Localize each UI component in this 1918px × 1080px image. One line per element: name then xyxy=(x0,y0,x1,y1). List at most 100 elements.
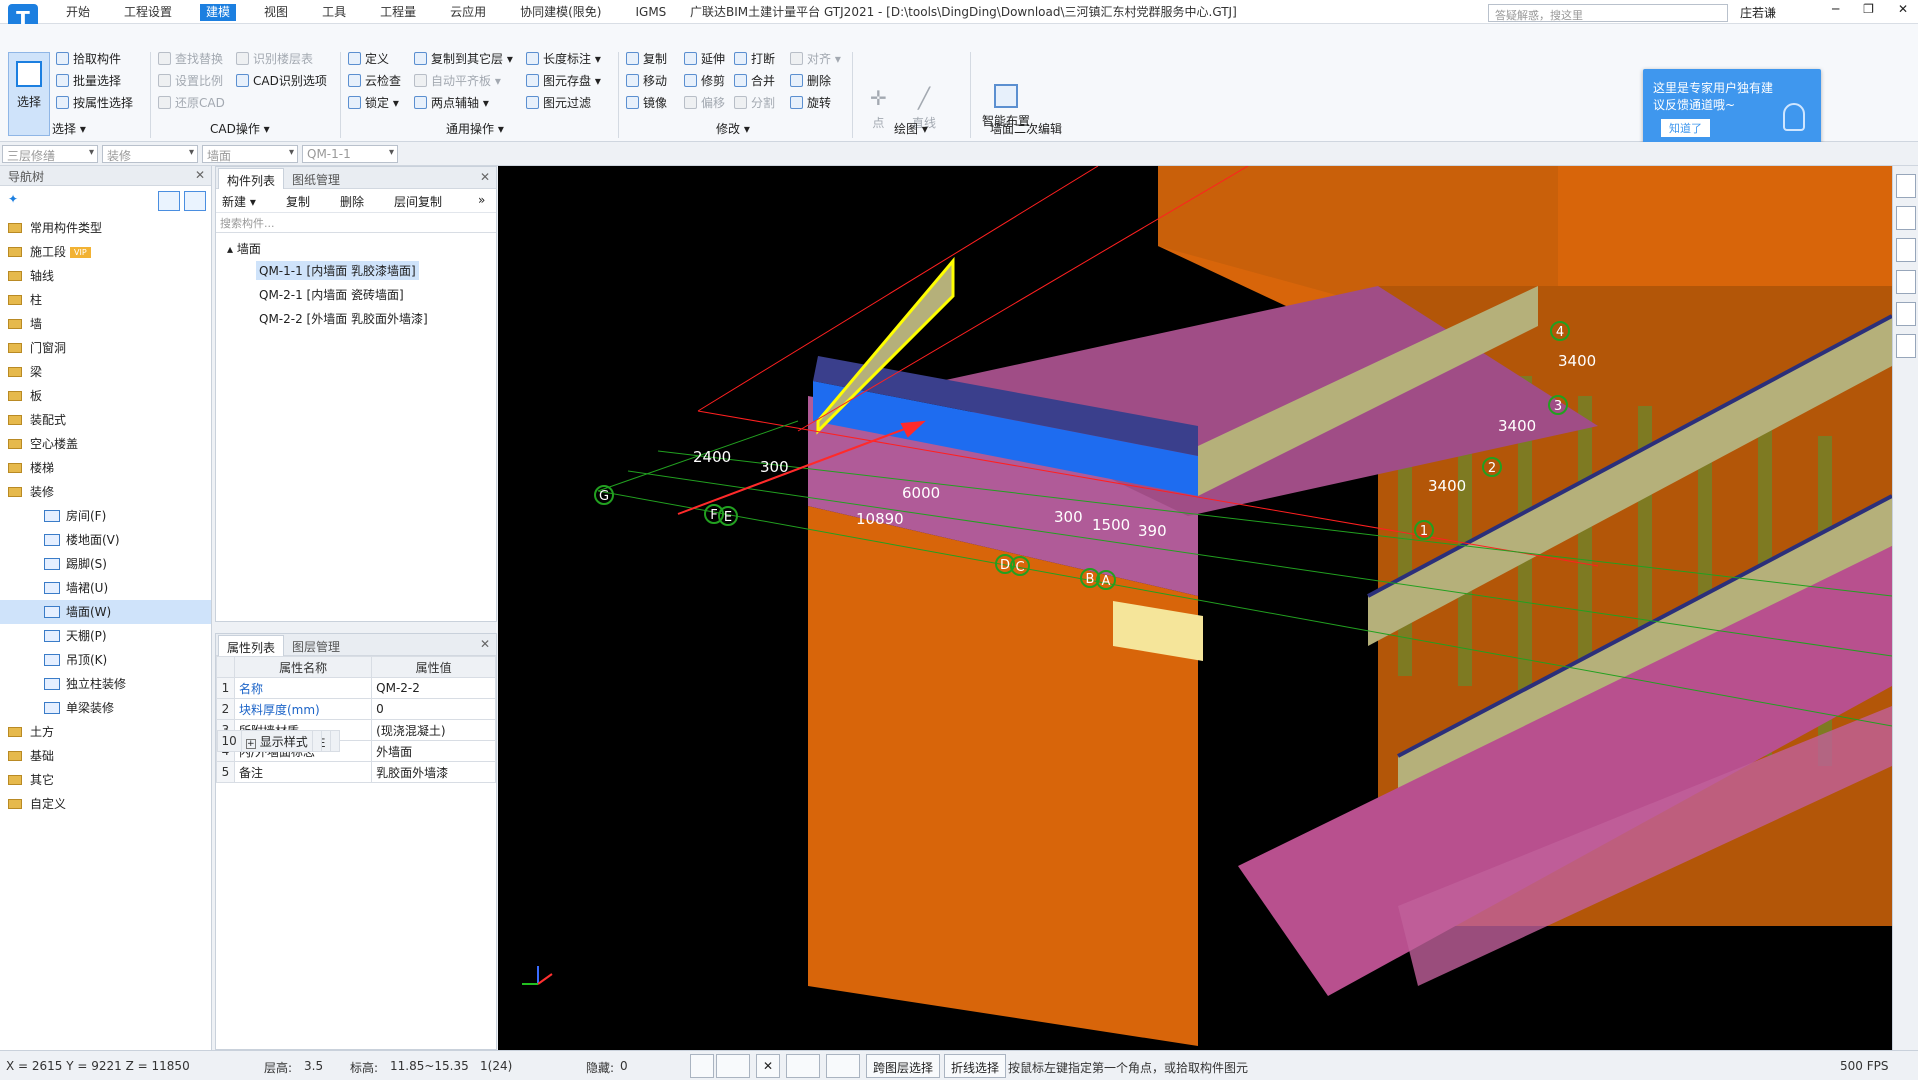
close-icon[interactable]: ✕ xyxy=(195,168,205,182)
menu-quantities[interactable]: 工程量 xyxy=(374,4,422,21)
align-button[interactable]: 对齐 ▾ xyxy=(790,50,841,67)
menu-start[interactable]: 开始 xyxy=(60,4,96,21)
batch-select-button[interactable]: 批量选择 xyxy=(56,72,121,89)
menu-cloud[interactable]: 云应用 xyxy=(444,4,492,21)
nav-item[interactable]: 天棚(P) xyxy=(0,624,211,648)
lock-button[interactable]: 锁定 ▾ xyxy=(348,94,399,111)
display-settings-icon[interactable] xyxy=(1896,334,1916,358)
cross-icon[interactable]: ✕ xyxy=(756,1054,780,1078)
nav-item[interactable]: 柱 xyxy=(0,288,211,312)
cad-group-label[interactable]: CAD操作 ▾ xyxy=(210,120,270,137)
nav-item[interactable]: 楼地面(V) xyxy=(0,528,211,552)
component-item[interactable]: QM-2-2 [外墙面 乳胶面外墙漆] xyxy=(256,309,431,328)
menu-modeling[interactable]: 建模 xyxy=(200,4,237,21)
copy-button[interactable]: 复制 xyxy=(286,193,310,210)
delete-button[interactable]: 删除 xyxy=(340,193,364,210)
close-icon[interactable]: ✕ xyxy=(480,637,490,651)
type-dropdown[interactable]: 装修 xyxy=(102,145,198,163)
tab-property-list[interactable]: 属性列表 xyxy=(218,635,285,656)
property-row[interactable]: 2 块料厚度(mm) 0 xyxy=(216,698,496,720)
nav-item[interactable]: 房间(F) xyxy=(0,504,211,528)
modify-group-label[interactable]: 修改 ▾ xyxy=(716,120,750,137)
two-point-axis-button[interactable]: 两点辅轴 ▾ xyxy=(414,94,489,111)
more-icon[interactable]: » xyxy=(478,193,485,207)
category-dropdown[interactable]: 墙面 xyxy=(202,145,298,163)
property-row[interactable]: 10 + 显示样式 xyxy=(216,730,322,752)
list-view-icon[interactable] xyxy=(158,191,180,211)
restore-cad-button[interactable]: 还原CAD xyxy=(158,94,225,111)
got-it-button[interactable]: 知道了 xyxy=(1661,119,1710,137)
nav-item[interactable]: 空心楼盖 xyxy=(0,432,211,456)
box-view-icon[interactable] xyxy=(1896,270,1916,294)
property-row[interactable]: 1 名称 QM-2-2 xyxy=(216,677,496,699)
offset-button[interactable]: 偏移 xyxy=(684,94,725,111)
nav-item[interactable]: 土方 xyxy=(0,720,211,744)
define-button[interactable]: 定义 xyxy=(348,50,389,67)
close-icon[interactable]: ✕ xyxy=(480,170,490,184)
user-name[interactable]: 庄若谦 xyxy=(1740,4,1776,21)
nav-item[interactable]: 轴线 xyxy=(0,264,211,288)
split-button[interactable]: 分割 xyxy=(734,94,775,111)
point-draw-button[interactable]: ✛ 点 xyxy=(870,86,887,131)
nav-item[interactable]: 装配式 xyxy=(0,408,211,432)
component-item[interactable]: QM-1-1 [内墙面 乳胶漆墙面] xyxy=(256,261,419,280)
nav-item[interactable]: 墙面(W) xyxy=(0,600,211,624)
2d-view-icon[interactable] xyxy=(1896,206,1916,230)
length-dimension-button[interactable]: 长度标注 ▾ xyxy=(526,50,601,67)
new-button[interactable]: 新建 ▾ xyxy=(222,193,256,210)
expand-icon[interactable]: + xyxy=(245,738,256,749)
element-filter-button[interactable]: 图元过滤 xyxy=(526,94,591,111)
cross-layer-select-button[interactable]: 跨图层选择 xyxy=(866,1054,941,1078)
move-button[interactable]: 移动 xyxy=(626,72,667,89)
minimize-icon[interactable]: ─ xyxy=(1832,2,1839,16)
nav-item[interactable]: 楼梯 xyxy=(0,456,211,480)
ortho-icon[interactable] xyxy=(690,1054,714,1078)
rotate-view-icon[interactable] xyxy=(1896,302,1916,326)
property-row[interactable]: 5 备注 乳胶面外墙漆 xyxy=(216,761,496,783)
component-item[interactable]: QM-2-1 [内墙面 瓷砖墙面] xyxy=(256,285,407,304)
break-button[interactable]: 打断 xyxy=(734,50,775,67)
property-value[interactable]: 外墙面 xyxy=(371,740,496,762)
extend-button[interactable]: 延伸 xyxy=(684,50,725,67)
select-group-label[interactable]: 选择 ▾ xyxy=(52,120,86,137)
cad-options-button[interactable]: CAD识别选项 xyxy=(236,72,327,89)
nav-item[interactable]: 独立柱装修 xyxy=(0,672,211,696)
menu-project-settings[interactable]: 工程设置 xyxy=(118,4,178,21)
element-dropdown[interactable]: QM-1-1 xyxy=(302,145,398,163)
nav-item[interactable]: 自定义 xyxy=(0,792,211,816)
tab-drawing-manager[interactable]: 图纸管理 xyxy=(284,168,348,189)
dynamic-input-icon[interactable] xyxy=(826,1054,860,1078)
menu-collab[interactable]: 协同建模(限免) xyxy=(514,4,607,21)
identify-floor-table-button[interactable]: 识别楼层表 xyxy=(236,50,313,67)
floor-dropdown[interactable]: 三层修缮 xyxy=(2,145,98,163)
copy-button[interactable]: 复制 xyxy=(626,50,667,67)
maximize-icon[interactable]: ❐ xyxy=(1863,2,1874,16)
merge-button[interactable]: 合并 xyxy=(734,72,775,89)
nav-item[interactable]: 门窗洞 xyxy=(0,336,211,360)
property-value[interactable]: QM-2-2 xyxy=(371,677,496,699)
rotate-button[interactable]: 旋转 xyxy=(790,94,831,111)
snap-icon[interactable] xyxy=(716,1054,750,1078)
select-tool-button[interactable]: 选择 xyxy=(8,52,50,136)
angle-icon[interactable] xyxy=(786,1054,820,1078)
nav-item[interactable]: 墙裙(U) xyxy=(0,576,211,600)
3d-view-icon[interactable] xyxy=(1896,238,1916,262)
draw-group-label[interactable]: 绘图 ▾ xyxy=(894,120,928,137)
find-replace-button[interactable]: 查找替换 xyxy=(158,50,223,67)
menu-view[interactable]: 视图 xyxy=(258,4,294,21)
copy-to-other-floor-button[interactable]: 复制到其它层 ▾ xyxy=(414,50,513,67)
tree-root[interactable]: ▴ 墙面 xyxy=(224,239,264,258)
help-search-input[interactable]: 答疑解惑，搜这里 xyxy=(1488,4,1728,22)
nav-item[interactable]: 梁 xyxy=(0,360,211,384)
close-icon[interactable]: ✕ xyxy=(1898,2,1908,16)
nav-item[interactable]: 单梁装修 xyxy=(0,696,211,720)
nav-item[interactable]: 基础 xyxy=(0,744,211,768)
3d-viewport[interactable]: 2400 300 6000 10890 300 1500 390 3400 34… xyxy=(498,166,1892,1050)
property-value[interactable]: 乳胶面外墙漆 xyxy=(371,761,496,783)
property-value[interactable]: 0 xyxy=(371,698,496,720)
nav-item[interactable]: 施工段 VIP xyxy=(0,240,211,264)
mirror-button[interactable]: 镜像 xyxy=(626,94,667,111)
model-canvas[interactable]: 2400 300 6000 10890 300 1500 390 3400 34… xyxy=(498,166,1892,1050)
nav-item[interactable]: 吊顶(K) xyxy=(0,648,211,672)
menu-igms[interactable]: IGMS xyxy=(629,4,672,21)
